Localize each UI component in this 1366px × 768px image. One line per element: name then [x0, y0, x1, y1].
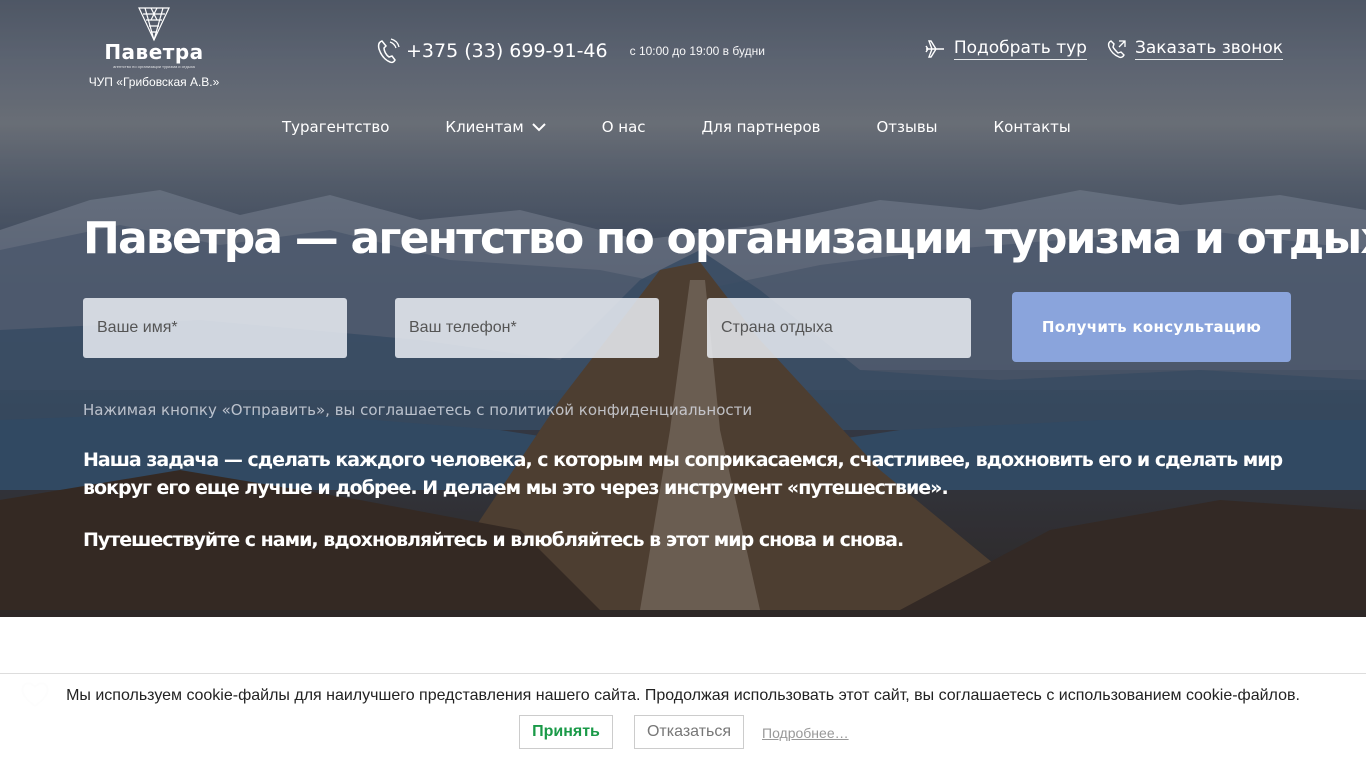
- country-input[interactable]: Страна отдыха: [707, 298, 971, 358]
- phone-block[interactable]: +375 (33) 699-91-46 с 10:00 до 19:00 в б…: [376, 38, 765, 64]
- brand-name: Паветра: [104, 40, 204, 64]
- pick-tour-link[interactable]: Подобрать тур: [924, 38, 1087, 60]
- nav-item-about[interactable]: О нас: [602, 118, 646, 136]
- page-title: Паветра — агентство по организации туриз…: [83, 213, 1366, 264]
- company-name: ЧУП «Грибовская А.В.»: [88, 75, 220, 89]
- phone-number[interactable]: +375 (33) 699-91-46: [406, 40, 608, 62]
- privacy-policy-note[interactable]: Нажимая кнопку «Отправить», вы соглашает…: [83, 401, 752, 419]
- nav-item-contacts[interactable]: Контакты: [994, 118, 1071, 136]
- nav-item-clients-label: Клиентам: [445, 118, 524, 136]
- nav-item-reviews[interactable]: Отзывы: [876, 118, 937, 136]
- cookie-banner: Мы используем cookie-файлы для наилучшег…: [0, 673, 1366, 768]
- phone-icon: [377, 38, 400, 64]
- nav-item-clients[interactable]: Клиентам: [445, 118, 546, 136]
- header-actions: Подобрать тур Заказать звонок: [924, 38, 1283, 60]
- site-logo[interactable]: Паветра агентство по организации туризма…: [83, 6, 225, 89]
- brand-tagline: агентство по организации туризма и отдых…: [113, 64, 195, 69]
- order-call-label[interactable]: Заказать звонок: [1134, 38, 1283, 60]
- main-nav: Турагентство Клиентам О нас Для партнеро…: [282, 118, 1071, 136]
- cookie-decline-button[interactable]: Отказаться: [634, 715, 744, 749]
- nav-item-partners[interactable]: Для партнеров: [702, 118, 821, 136]
- nav-item-agency[interactable]: Турагентство: [282, 118, 389, 136]
- plane-icon: [925, 40, 944, 58]
- phone-call-icon: [1107, 40, 1126, 59]
- mission-text: Наша задача — сделать каждого человека, …: [83, 449, 1283, 499]
- cookie-more-link[interactable]: Подробнее…: [762, 725, 849, 741]
- get-consultation-button[interactable]: Получить консультацию: [1012, 292, 1291, 362]
- chevron-down-icon: [531, 122, 546, 131]
- work-hours: с 10:00 до 19:00 в будни: [629, 44, 765, 58]
- cookie-accept-button[interactable]: Принять: [519, 715, 613, 749]
- name-input[interactable]: Ваше имя*: [83, 298, 347, 358]
- order-call-link[interactable]: Заказать звонок: [1107, 38, 1283, 60]
- phone-input[interactable]: Ваш телефон*: [395, 298, 659, 358]
- pick-tour-label[interactable]: Подобрать тур: [953, 38, 1087, 60]
- cookie-message: Мы используем cookie-файлы для наилучшег…: [66, 687, 1300, 704]
- logo-icon: [138, 7, 170, 42]
- mission-subtext: Путешествуйте с нами, вдохновляйтесь и в…: [83, 529, 904, 551]
